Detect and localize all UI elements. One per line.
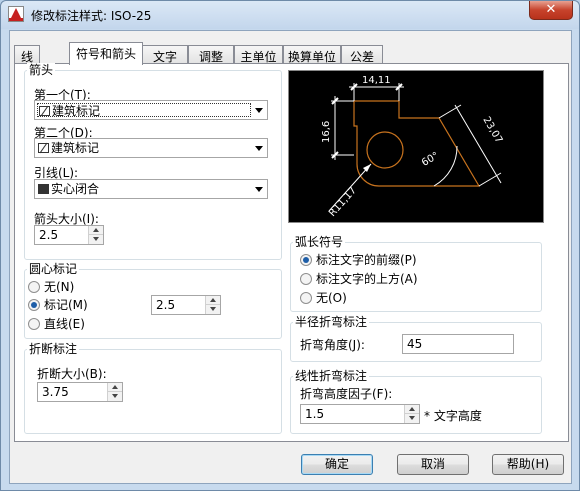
radio-selected-icon [300, 254, 312, 266]
arc-above-label: 标注文字的上方(A) [316, 272, 418, 286]
center-marks-title: 圆心标记 [27, 262, 80, 276]
spin-down-icon[interactable] [206, 305, 220, 314]
jog-height-spinner[interactable]: 1.5 [300, 404, 420, 424]
jog-angle-input[interactable]: 45 [402, 334, 514, 354]
arrowheads-group: 箭头 第一个(T): 建筑标记 第二个(D): 建筑标记 引线(L): 实心闭合… [24, 63, 282, 260]
center-marks-group: 圆心标记 无(N) 标记(M) 直线(E) 2.5 [24, 262, 282, 339]
jog-angle-label: 折弯角度(J): [300, 338, 365, 352]
arc-length-group: 弧长符号 标注文字的前缀(P) 标注文字的上方(A) 无(O) [290, 235, 542, 312]
leader-arrow-select[interactable]: 实心闭合 [34, 179, 268, 199]
center-mark-line-radio[interactable]: 直线(E) [28, 317, 85, 331]
dialog-client: 线 符号和箭头 文字 调整 主单位 换算单位 公差 箭头 第一个(T): 建筑标… [9, 30, 572, 484]
spin-up-icon[interactable] [108, 383, 122, 392]
dimension-preview: 14,11 16,6 23,07 60° R11,17 [288, 70, 544, 223]
spin-up-icon[interactable] [206, 296, 220, 305]
center-mark-size-spinner[interactable]: 2.5 [151, 295, 221, 315]
angle-arc [433, 145, 458, 187]
arc-none-label: 无(O) [316, 291, 347, 305]
closed-filled-arrow-icon [38, 184, 49, 194]
cancel-button[interactable]: 取消 [397, 454, 469, 475]
tab-text[interactable]: 文字 [142, 45, 188, 64]
break-size-label: 折断大小(B): [37, 367, 107, 381]
dim-break-title: 折断标注 [27, 342, 80, 356]
tab-lines[interactable]: 线 [14, 45, 40, 64]
dialog-window: 修改标注样式: ISO-25 ✕ 线 符号和箭头 文字 调整 主单位 换算单位 … [0, 0, 580, 491]
text-height-suffix: * 文字高度 [424, 409, 482, 423]
ok-button[interactable]: 确定 [301, 454, 373, 475]
radio-icon [300, 273, 312, 285]
tab-alternate-units[interactable]: 换算单位 [283, 45, 341, 64]
center-mark-mark-label: 标记(M) [44, 298, 88, 312]
dim-text-left: 16,6 [321, 121, 332, 143]
arc-none-radio[interactable]: 无(O) [300, 291, 347, 305]
preview-drawing: 14,11 16,6 23,07 60° R11,17 [321, 75, 504, 219]
arrow-size-spinner[interactable]: 2.5 [34, 225, 104, 245]
radio-icon [300, 292, 312, 304]
dim-text-top: 14,11 [362, 75, 391, 86]
architectural-tick-icon [39, 106, 50, 116]
tab-panel-symbols-arrows: 箭头 第一个(T): 建筑标记 第二个(D): 建筑标记 引线(L): 实心闭合… [14, 63, 569, 442]
architectural-tick-icon [38, 143, 49, 153]
spin-down-icon[interactable] [89, 235, 103, 244]
help-button[interactable]: 帮助(H) [492, 454, 564, 475]
tab-symbols-arrows[interactable]: 符号和箭头 [69, 42, 143, 65]
radio-icon [28, 281, 40, 293]
radio-icon [28, 318, 40, 330]
spin-up-icon[interactable] [89, 226, 103, 235]
dim-text-radius: R11,17 [327, 185, 359, 219]
center-mark-none-radio[interactable]: 无(N) [28, 280, 74, 294]
arc-length-title: 弧长符号 [293, 235, 346, 249]
close-button[interactable]: ✕ [529, 1, 573, 20]
radio-selected-icon [28, 299, 40, 311]
jog-height-label: 折弯高度因子(F): [300, 387, 393, 401]
linear-jog-group: 线性折弯标注 折弯高度因子(F): 1.5 * 文字高度 [290, 369, 542, 434]
linear-jog-title: 线性折弯标注 [293, 369, 370, 383]
spin-up-icon[interactable] [405, 405, 419, 414]
leader-arrow-icon [363, 164, 371, 172]
tab-fit[interactable]: 调整 [188, 45, 234, 64]
arc-above-radio[interactable]: 标注文字的上方(A) [300, 272, 418, 286]
break-size-spinner[interactable]: 3.75 [37, 382, 123, 402]
spin-down-icon[interactable] [405, 414, 419, 423]
center-mark-size-value: 2.5 [156, 298, 176, 312]
arrow-size-value: 2.5 [39, 228, 59, 242]
first-arrow-value: 建筑标记 [52, 104, 101, 118]
tab-primary-units[interactable]: 主单位 [234, 45, 283, 64]
jog-height-value: 1.5 [305, 407, 325, 421]
radius-jog-group: 半径折弯标注 折弯角度(J): 45 [290, 315, 542, 362]
arc-prefix-label: 标注文字的前缀(P) [316, 253, 417, 267]
second-arrow-select[interactable]: 建筑标记 [34, 138, 268, 158]
center-mark-line-label: 直线(E) [44, 317, 85, 331]
spin-down-icon[interactable] [108, 392, 122, 401]
autocad-app-icon [8, 6, 24, 22]
ext-line [478, 172, 502, 187]
second-arrow-value: 建筑标记 [51, 141, 100, 155]
dropdown-arrow-icon [255, 108, 263, 113]
dim-text-right: 23,07 [480, 115, 504, 145]
first-arrow-select[interactable]: 建筑标记 [34, 100, 268, 120]
dim-break-group: 折断标注 折断大小(B): 3.75 [24, 342, 282, 434]
break-size-value: 3.75 [42, 385, 69, 399]
radius-jog-title: 半径折弯标注 [293, 315, 370, 329]
window-title: 修改标注样式: ISO-25 [31, 9, 152, 23]
arc-prefix-radio[interactable]: 标注文字的前缀(P) [300, 253, 417, 267]
dim-text-angle: 60° [420, 150, 441, 168]
ext-line [438, 104, 462, 119]
center-mark-mark-radio[interactable]: 标记(M) [28, 298, 88, 312]
tab-tolerances[interactable]: 公差 [341, 45, 383, 64]
part-hole-shape [366, 131, 404, 169]
arrowheads-title: 箭头 [27, 63, 56, 77]
dropdown-arrow-icon [255, 187, 263, 192]
center-mark-none-label: 无(N) [44, 280, 75, 294]
title-bar: 修改标注样式: ISO-25 ✕ [1, 1, 579, 29]
leader-arrow-value: 实心闭合 [51, 182, 100, 196]
dropdown-arrow-icon [255, 146, 263, 151]
